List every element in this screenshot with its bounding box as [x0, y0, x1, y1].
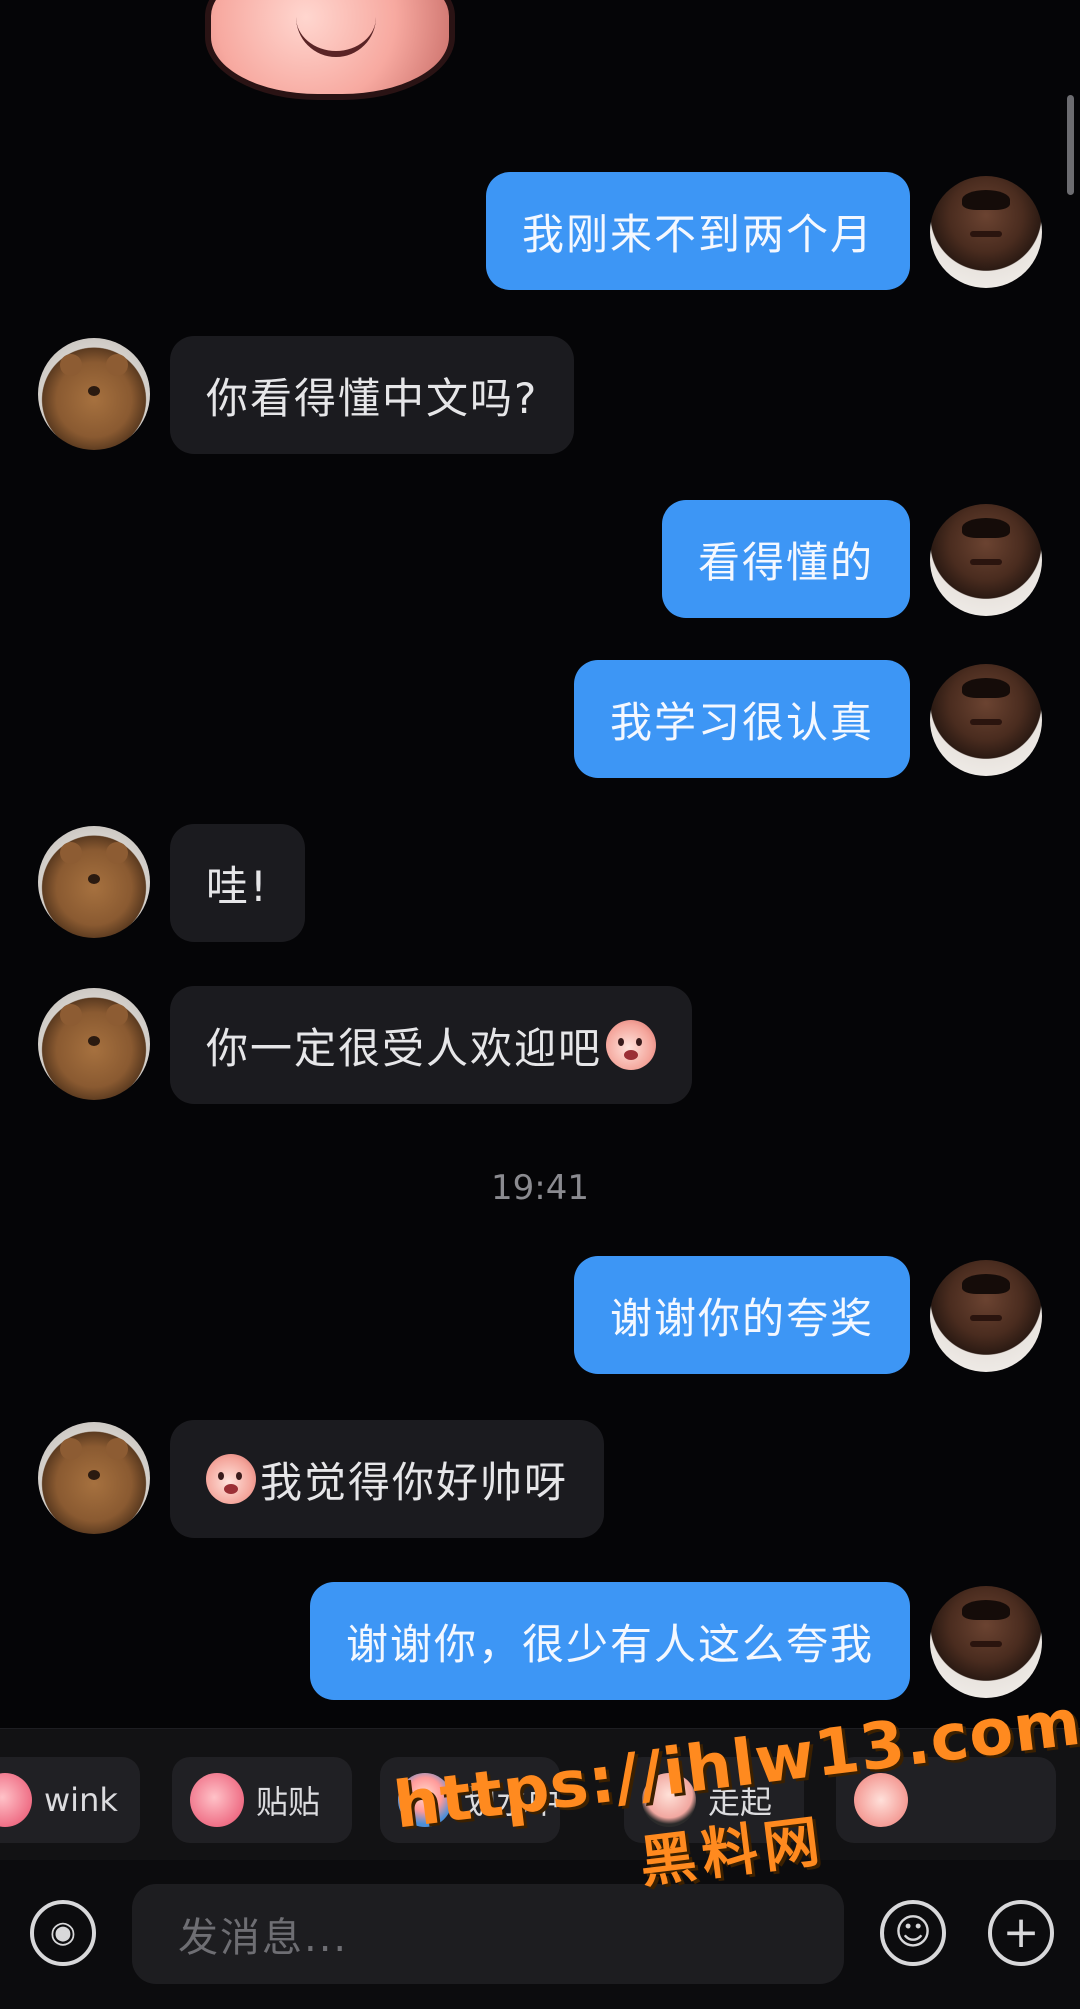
self-avatar[interactable]	[930, 664, 1042, 776]
plus-button[interactable]: +	[988, 1900, 1054, 1966]
message-text: 哇!	[206, 861, 269, 911]
message-bubble-received[interactable]: 我觉得你好帅呀	[170, 1420, 605, 1538]
message-bubble-received[interactable]: 你看得懂中文吗?	[170, 336, 575, 454]
contact-avatar[interactable]	[38, 338, 150, 450]
scrollbar[interactable]	[1067, 95, 1074, 195]
peach-sticker-icon	[205, 0, 455, 100]
contact-avatar[interactable]	[38, 1422, 150, 1534]
message-text: 你一定很受人欢迎吧	[206, 1023, 603, 1073]
emoji-button[interactable]: ☺	[880, 1900, 946, 1966]
sticker-chip-cuddle[interactable]: 贴贴	[172, 1757, 352, 1843]
peach-face-emoji-icon	[206, 1454, 256, 1504]
self-avatar[interactable]	[930, 1586, 1042, 1698]
contact-avatar[interactable]	[38, 988, 150, 1100]
chat-area: 我刚来不到两个月 你看得懂中文吗? 看得懂的 我学习很认真 哇! 你一定很受人欢	[0, 0, 1080, 1728]
sticker-chip-wink[interactable]: wink	[0, 1757, 140, 1843]
message-timestamp: 19:41	[491, 1168, 589, 1208]
contact-avatar[interactable]	[38, 826, 150, 938]
message-bubble-received[interactable]: 你一定很受人欢迎吧	[170, 986, 693, 1104]
self-avatar[interactable]	[930, 504, 1042, 616]
message-text: 我觉得你好帅呀	[260, 1457, 569, 1507]
voice-icon: ◉	[49, 1915, 77, 1950]
wink-sticker-icon	[0, 1773, 32, 1827]
self-avatar[interactable]	[930, 1260, 1042, 1372]
message-text: 谢谢你的夸奖	[609, 1293, 874, 1343]
message-text: 我刚来不到两个月	[521, 209, 874, 259]
message-bubble-sent[interactable]: 谢谢你的夸奖	[573, 1256, 910, 1374]
message-bubble-received[interactable]: 哇!	[170, 824, 305, 942]
self-avatar[interactable]	[930, 176, 1042, 288]
message-bubble-sent[interactable]: 谢谢你，很少有人这么夸我	[309, 1582, 910, 1700]
voice-button[interactable]: ◉	[30, 1900, 96, 1966]
message-bubble-sent[interactable]: 看得懂的	[661, 500, 910, 618]
cuddle-sticker-icon	[190, 1773, 244, 1827]
message-bubble-sent[interactable]: 我学习很认真	[573, 660, 910, 778]
message-text: 我学习很认真	[609, 697, 874, 747]
message-bubble-sent[interactable]: 我刚来不到两个月	[485, 172, 910, 290]
message-text: 谢谢你，很少有人这么夸我	[345, 1619, 874, 1669]
plus-icon: +	[1002, 1907, 1040, 1958]
message-input-placeholder: 发消息...	[178, 1915, 349, 1961]
smiley-icon: ☺	[894, 1912, 932, 1953]
message-text: 你看得懂中文吗?	[206, 373, 539, 423]
message-text: 看得懂的	[697, 537, 874, 587]
peach-face-emoji-icon	[606, 1020, 657, 1070]
sticker-label: wink	[44, 1781, 118, 1819]
sticker-label: 贴贴	[256, 1783, 321, 1821]
